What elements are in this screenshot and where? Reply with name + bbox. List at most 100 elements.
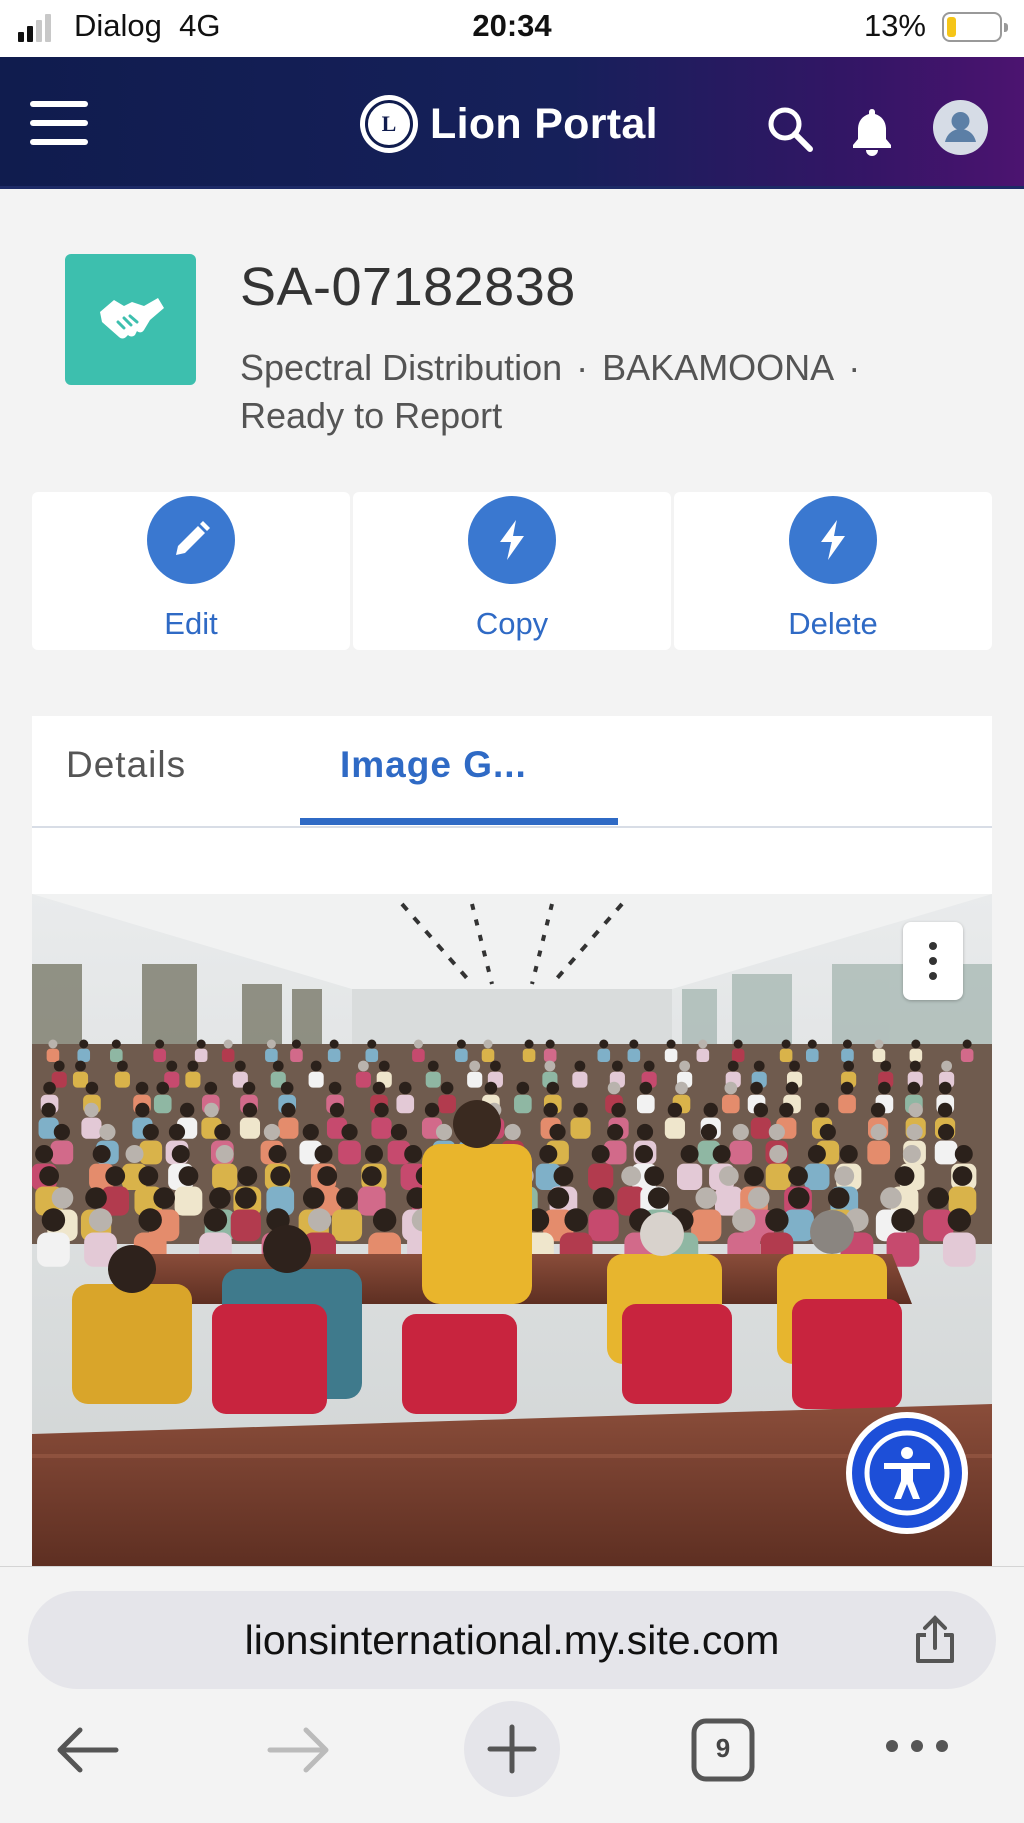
crowd-head [166, 1060, 178, 1072]
back-icon[interactable] [54, 1727, 120, 1778]
crowd-head [546, 1081, 560, 1095]
crowd-head [909, 1060, 921, 1072]
forward-icon[interactable] [266, 1727, 332, 1778]
crowd-head [138, 1208, 162, 1232]
more-icon[interactable] [884, 1739, 950, 1758]
crowd-head [35, 1145, 54, 1163]
crowd-figure [81, 1117, 102, 1139]
search-icon[interactable] [766, 105, 814, 158]
separator: · [576, 347, 589, 388]
record-status: Ready to Report [240, 395, 503, 436]
crowd-figure [597, 1048, 611, 1062]
record-meta: Spectral Distribution · BAKAMOONA · Ready t… [240, 344, 960, 440]
copy-label: Copy [475, 606, 549, 641]
new-tab-icon[interactable] [462, 1699, 562, 1804]
crowd-figure [194, 1048, 208, 1062]
tab-image-gallery[interactable]: Image G... [340, 744, 527, 786]
crowd-head [135, 1102, 150, 1118]
crowd-head [874, 1039, 884, 1049]
crowd-head [611, 1060, 623, 1072]
crowd-figure [721, 1094, 740, 1114]
tab-details[interactable]: Details [66, 744, 186, 786]
crowd-figure [942, 1232, 976, 1267]
crowd-head [92, 1145, 111, 1163]
crowd-head [607, 1081, 621, 1095]
crowd-head [374, 1102, 389, 1118]
crowd-head [291, 1039, 301, 1049]
crowd-head [398, 1081, 412, 1095]
delete-button[interactable]: Delete [674, 492, 992, 650]
crowd-head [643, 1060, 655, 1072]
share-icon[interactable] [912, 1615, 958, 1670]
crowd-figure [221, 1048, 235, 1062]
crowd-head [361, 1166, 382, 1186]
crowd-head [680, 1145, 699, 1163]
crowd-head [270, 1166, 291, 1186]
crowd-head [908, 1102, 923, 1118]
crowd-figure [72, 1071, 89, 1088]
crowd-head [703, 1102, 718, 1118]
crowd-head [88, 1208, 113, 1232]
crowd-head [187, 1060, 199, 1072]
crowd-head [787, 1187, 810, 1209]
crowd-figure [838, 1094, 856, 1114]
bell-icon[interactable] [846, 105, 898, 162]
crowd-head [753, 1060, 765, 1072]
crowd-head [153, 1187, 175, 1209]
copy-button[interactable]: Copy [353, 492, 671, 650]
crowd-head [242, 1102, 258, 1118]
crowd-head [827, 1187, 850, 1209]
crowd-head [268, 1145, 287, 1163]
crowd-head [178, 1166, 199, 1186]
crowd-head [840, 1081, 854, 1095]
crowd-head [516, 1081, 530, 1095]
battery-percent: 13% [863, 8, 926, 43]
crowd-head [138, 1166, 159, 1186]
crowd-head [364, 1145, 383, 1163]
crowd-figure [779, 1048, 793, 1062]
crowd-head [906, 1123, 923, 1141]
crowd-head [647, 1187, 670, 1209]
crowd-head [785, 1081, 799, 1095]
record-location: BAKAMOONA [602, 347, 835, 388]
record-type: Spectral Distribution [240, 347, 563, 388]
address-bar[interactable]: lionsinternational.my.site.com [28, 1591, 996, 1689]
crowd-head [440, 1081, 454, 1095]
crowd-head [753, 1102, 769, 1118]
browser-toolbar: lionsinternational.my.site.com 9 [0, 1566, 1024, 1823]
crowd-head [302, 1187, 325, 1209]
crowd-figure [696, 1048, 710, 1062]
crowd-head [266, 1039, 276, 1049]
crowd-head [234, 1060, 246, 1072]
crowd-head [750, 1081, 763, 1095]
crowd-head [367, 1039, 377, 1049]
crowd-head [870, 1123, 887, 1141]
crowd-head [435, 1123, 453, 1141]
crowd-figure [677, 1163, 703, 1190]
crowd-head [947, 1208, 972, 1232]
more-vertical-icon[interactable] [903, 922, 963, 1000]
crowd-figure [664, 1117, 685, 1139]
crowd-head [105, 1166, 126, 1186]
crowd-figure [729, 1140, 753, 1165]
crowd-head [675, 1081, 688, 1095]
edit-button[interactable]: Edit [32, 492, 350, 650]
crowd-head [85, 1187, 107, 1209]
crowd-head [962, 1039, 972, 1049]
status-bar: Dialog 4G 20:34 13% [0, 0, 1024, 57]
crowd-figure [731, 1048, 745, 1062]
accessibility-icon[interactable] [846, 1412, 968, 1534]
crowd-head [765, 1208, 789, 1232]
crowd-figure [37, 1232, 70, 1267]
tabs-icon[interactable]: 9 [690, 1717, 756, 1783]
user-avatar-icon[interactable] [933, 100, 988, 155]
crowd-head [235, 1187, 257, 1209]
crowd-head [545, 1039, 555, 1049]
crowd-figure [934, 1140, 958, 1165]
menu-icon[interactable] [30, 101, 88, 145]
crowd-figure [425, 1071, 441, 1088]
crowd-head [39, 1166, 60, 1186]
crowd-head [413, 1039, 423, 1049]
crowd-head [196, 1039, 206, 1049]
brand[interactable]: L Lion Portal [360, 95, 658, 153]
